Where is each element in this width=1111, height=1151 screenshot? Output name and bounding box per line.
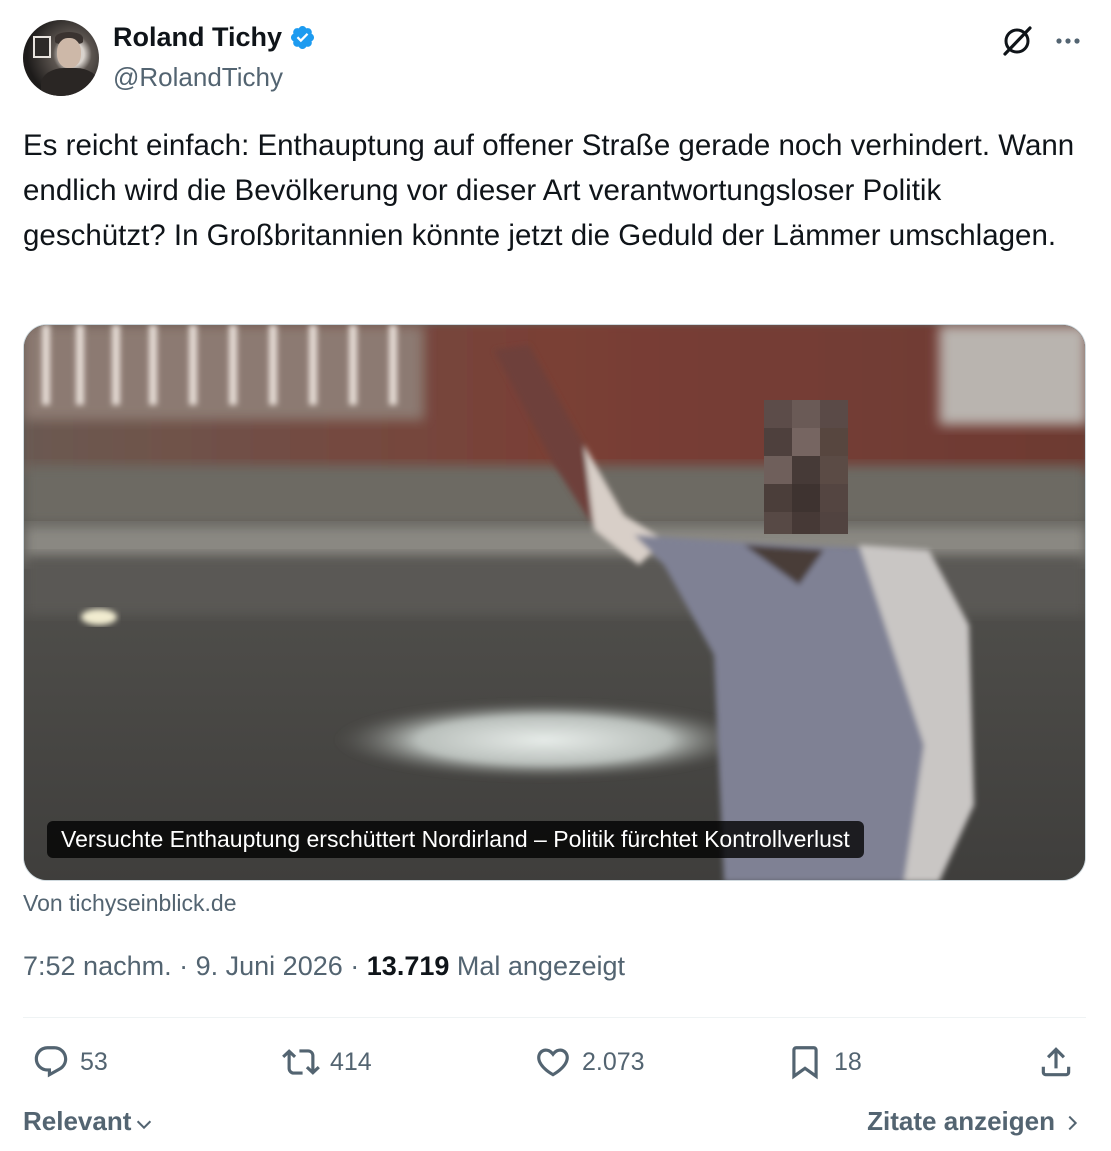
repost-icon (282, 1049, 320, 1075)
sort-dropdown[interactable]: Relevant (23, 1106, 155, 1137)
tweet-meta: 7:52 nachm. · 9. Juni 2026 · 13.719 Mal … (23, 951, 625, 982)
reply-icon (34, 1046, 68, 1078)
card-source[interactable]: Von tichyseinblick.de (23, 890, 237, 917)
meta-separator: · (179, 951, 189, 981)
more-icon[interactable] (1053, 26, 1083, 56)
pixelated-face (764, 400, 848, 534)
share-icon (1041, 1047, 1071, 1077)
tweet-date[interactable]: 9. Juni 2026 (196, 951, 343, 981)
reply-count: 53 (80, 1047, 108, 1076)
share-button[interactable] (1037, 1040, 1075, 1084)
meta-separator: · (350, 951, 360, 981)
author-display-name[interactable]: Roland Tichy (113, 22, 282, 53)
reply-button[interactable]: 53 (32, 1040, 108, 1084)
tweet-text: Es reicht einfach: Enthauptung auf offen… (23, 129, 1075, 252)
divider (23, 1017, 1086, 1018)
card-caption: Versuchte Enthauptung erschüttert Nordir… (47, 821, 864, 858)
tweet-time[interactable]: 7:52 nachm. (23, 951, 172, 981)
card-image-scene (24, 325, 1085, 880)
author-handle[interactable]: @RolandTichy (113, 62, 283, 93)
link-card-image[interactable]: Versuchte Enthauptung erschüttert Nordir… (23, 324, 1086, 881)
repost-count: 414 (330, 1047, 372, 1076)
like-icon (537, 1048, 569, 1077)
bookmark-icon (792, 1046, 818, 1080)
author-name-row: Roland Tichy (113, 22, 316, 53)
avatar-face (57, 38, 81, 68)
view-count: 13.719 (366, 951, 450, 981)
bookmark-count: 18 (834, 1047, 862, 1076)
grok-icon[interactable] (1000, 24, 1034, 58)
avatar-background-frame (33, 36, 51, 58)
view-count-label: Mal angezeigt (456, 951, 625, 981)
sort-label: Relevant (23, 1106, 132, 1136)
verified-badge-icon (291, 25, 315, 50)
tweet: Roland Tichy @RolandTichy Es reicht einf… (0, 0, 1111, 1151)
avatar[interactable] (23, 20, 99, 96)
quotes-label: Zitate anzeigen (867, 1106, 1055, 1136)
like-count: 2.073 (582, 1047, 645, 1076)
like-button[interactable]: 2.073 (534, 1040, 645, 1084)
avatar-shoulders (41, 68, 99, 96)
repost-button[interactable]: 414 (282, 1040, 372, 1084)
chevron-right-icon (1068, 1115, 1078, 1131)
chevron-down-icon (137, 1120, 152, 1129)
view-quotes-link[interactable]: Zitate anzeigen (867, 1106, 1083, 1137)
bookmark-button[interactable]: 18 (786, 1040, 862, 1084)
